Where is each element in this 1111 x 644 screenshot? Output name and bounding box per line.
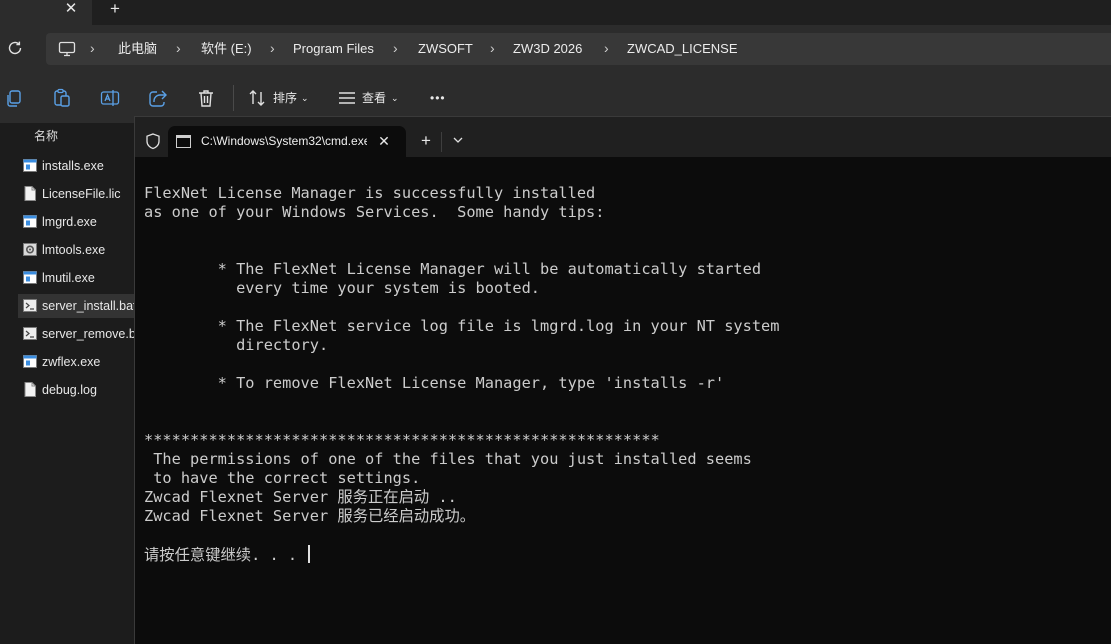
breadcrumb-zwcad-license[interactable]: ZWCAD_LICENSE: [627, 33, 738, 65]
console-prompt-line[interactable]: 请按任意键继续. . .: [144, 545, 1104, 564]
console-line: directory.: [144, 336, 329, 354]
file-icon: [24, 382, 36, 397]
list-item[interactable]: zwflex.exe: [18, 350, 134, 374]
new-tab-button[interactable]: +: [106, 0, 124, 20]
file-name: installs.exe: [42, 159, 104, 173]
close-tab-icon[interactable]: ✕: [62, 0, 80, 20]
terminal-tab-bar: C:\Windows\System32\cmd.exe ✕ +: [135, 117, 1111, 157]
file-list: 名称 installs.exe LicenseFile.lic lmgrd.ex…: [0, 123, 134, 644]
terminal-window[interactable]: C:\Windows\System32\cmd.exe ✕ + FlexNet …: [134, 116, 1111, 644]
sort-icon[interactable]: [247, 87, 269, 109]
exe-icon: [23, 215, 37, 228]
explorer-tab-strip: ✕ +: [0, 0, 1111, 25]
file-icon: [24, 186, 36, 201]
console-line: The permissions of one of the files that…: [144, 450, 752, 468]
share-icon[interactable]: [147, 87, 169, 109]
console-line: FlexNet License Manager is successfully …: [144, 184, 596, 202]
sort-button[interactable]: 排序: [273, 87, 297, 109]
console-line: Zwcad Flexnet Server 服务已经启动成功。: [144, 507, 476, 525]
console-line: every time your system is booted.: [144, 279, 541, 297]
list-item-selected[interactable]: server_install.bat: [18, 294, 134, 318]
list-item[interactable]: installs.exe: [18, 154, 134, 178]
chevron-right-icon[interactable]: ›: [270, 33, 275, 65]
console-line: * To remove FlexNet License Manager, typ…: [144, 374, 725, 392]
close-icon[interactable]: ✕: [376, 126, 392, 156]
chevron-down-icon[interactable]: [451, 133, 465, 147]
delete-icon[interactable]: [195, 87, 217, 109]
file-name: lmtools.exe: [42, 243, 106, 257]
list-item[interactable]: LicenseFile.lic: [18, 182, 134, 206]
list-item[interactable]: lmtools.exe: [18, 238, 134, 262]
view-button[interactable]: 查看: [362, 87, 386, 109]
batch-file-icon: [23, 299, 37, 312]
console-line: * The FlexNet License Manager will be au…: [144, 260, 762, 278]
view-icon[interactable]: [336, 87, 358, 109]
list-item[interactable]: lmgrd.exe: [18, 210, 134, 234]
console-line: as one of your Windows Services. Some ha…: [144, 203, 605, 221]
chevron-right-icon[interactable]: ›: [490, 33, 495, 65]
chevron-right-icon[interactable]: ›: [90, 33, 95, 65]
address-bar[interactable]: › 此电脑 › 软件 (E:) › Program Files › ZWSOFT…: [46, 33, 1111, 65]
console-prompt-text: 请按任意键继续. . .: [144, 546, 307, 564]
text-cursor: [308, 545, 311, 563]
list-item[interactable]: server_remove.bat: [18, 322, 134, 346]
rename-icon[interactable]: [99, 87, 121, 109]
copy-icon[interactable]: [4, 87, 26, 109]
file-name: LicenseFile.lic: [42, 187, 121, 201]
file-name: lmgrd.exe: [42, 215, 97, 229]
shield-icon: [146, 133, 160, 150]
console-output[interactable]: FlexNet License Manager is successfully …: [144, 184, 1104, 564]
chevron-right-icon[interactable]: ›: [393, 33, 398, 65]
refresh-icon[interactable]: [6, 39, 24, 57]
more-options-button[interactable]: •••: [430, 87, 446, 109]
exe-icon: [23, 271, 37, 284]
breadcrumb-zw3d-2026[interactable]: ZW3D 2026: [513, 33, 582, 65]
breadcrumb-drive-e[interactable]: 软件 (E:): [201, 33, 252, 65]
chevron-right-icon[interactable]: ›: [604, 33, 609, 65]
address-row: › 此电脑 › 软件 (E:) › Program Files › ZWSOFT…: [0, 25, 1111, 73]
console-line: Zwcad Flexnet Server 服务正在启动 ..: [144, 488, 457, 506]
breadcrumb-this-pc[interactable]: 此电脑: [118, 33, 157, 65]
new-tab-button[interactable]: +: [421, 132, 431, 150]
console-line: * The FlexNet service log file is lmgrd.…: [144, 317, 780, 335]
batch-file-icon: [23, 327, 37, 340]
cmd-icon: [176, 135, 191, 148]
this-pc-icon[interactable]: [58, 41, 76, 57]
terminal-tab-title: C:\Windows\System32\cmd.exe: [201, 134, 367, 148]
file-name: zwflex.exe: [42, 355, 101, 369]
breadcrumb-zwsoft[interactable]: ZWSOFT: [418, 33, 473, 65]
column-header-name[interactable]: 名称: [34, 127, 58, 144]
exe-icon: [23, 159, 37, 172]
terminal-tab[interactable]: C:\Windows\System32\cmd.exe ✕: [168, 126, 406, 157]
chevron-right-icon[interactable]: ›: [176, 33, 181, 65]
tools-exe-icon: [23, 243, 37, 256]
console-line: ****************************************…: [144, 431, 660, 449]
breadcrumb-program-files[interactable]: Program Files: [293, 33, 374, 65]
file-name: server_remove.bat: [42, 327, 134, 341]
list-item[interactable]: lmutil.exe: [18, 266, 134, 290]
explorer-tab[interactable]: ✕: [0, 0, 92, 25]
tab-separator: [441, 132, 442, 152]
list-item[interactable]: debug.log: [18, 378, 134, 402]
file-name: server_install.bat: [42, 299, 134, 313]
chevron-down-icon[interactable]: ⌄: [301, 87, 309, 109]
command-separator: [233, 85, 234, 111]
console-line: to have the correct settings.: [144, 469, 421, 487]
exe-icon: [23, 355, 37, 368]
chevron-down-icon[interactable]: ⌄: [391, 87, 399, 109]
paste-icon[interactable]: [51, 87, 73, 109]
file-name: lmutil.exe: [42, 271, 95, 285]
file-name: debug.log: [42, 383, 97, 397]
